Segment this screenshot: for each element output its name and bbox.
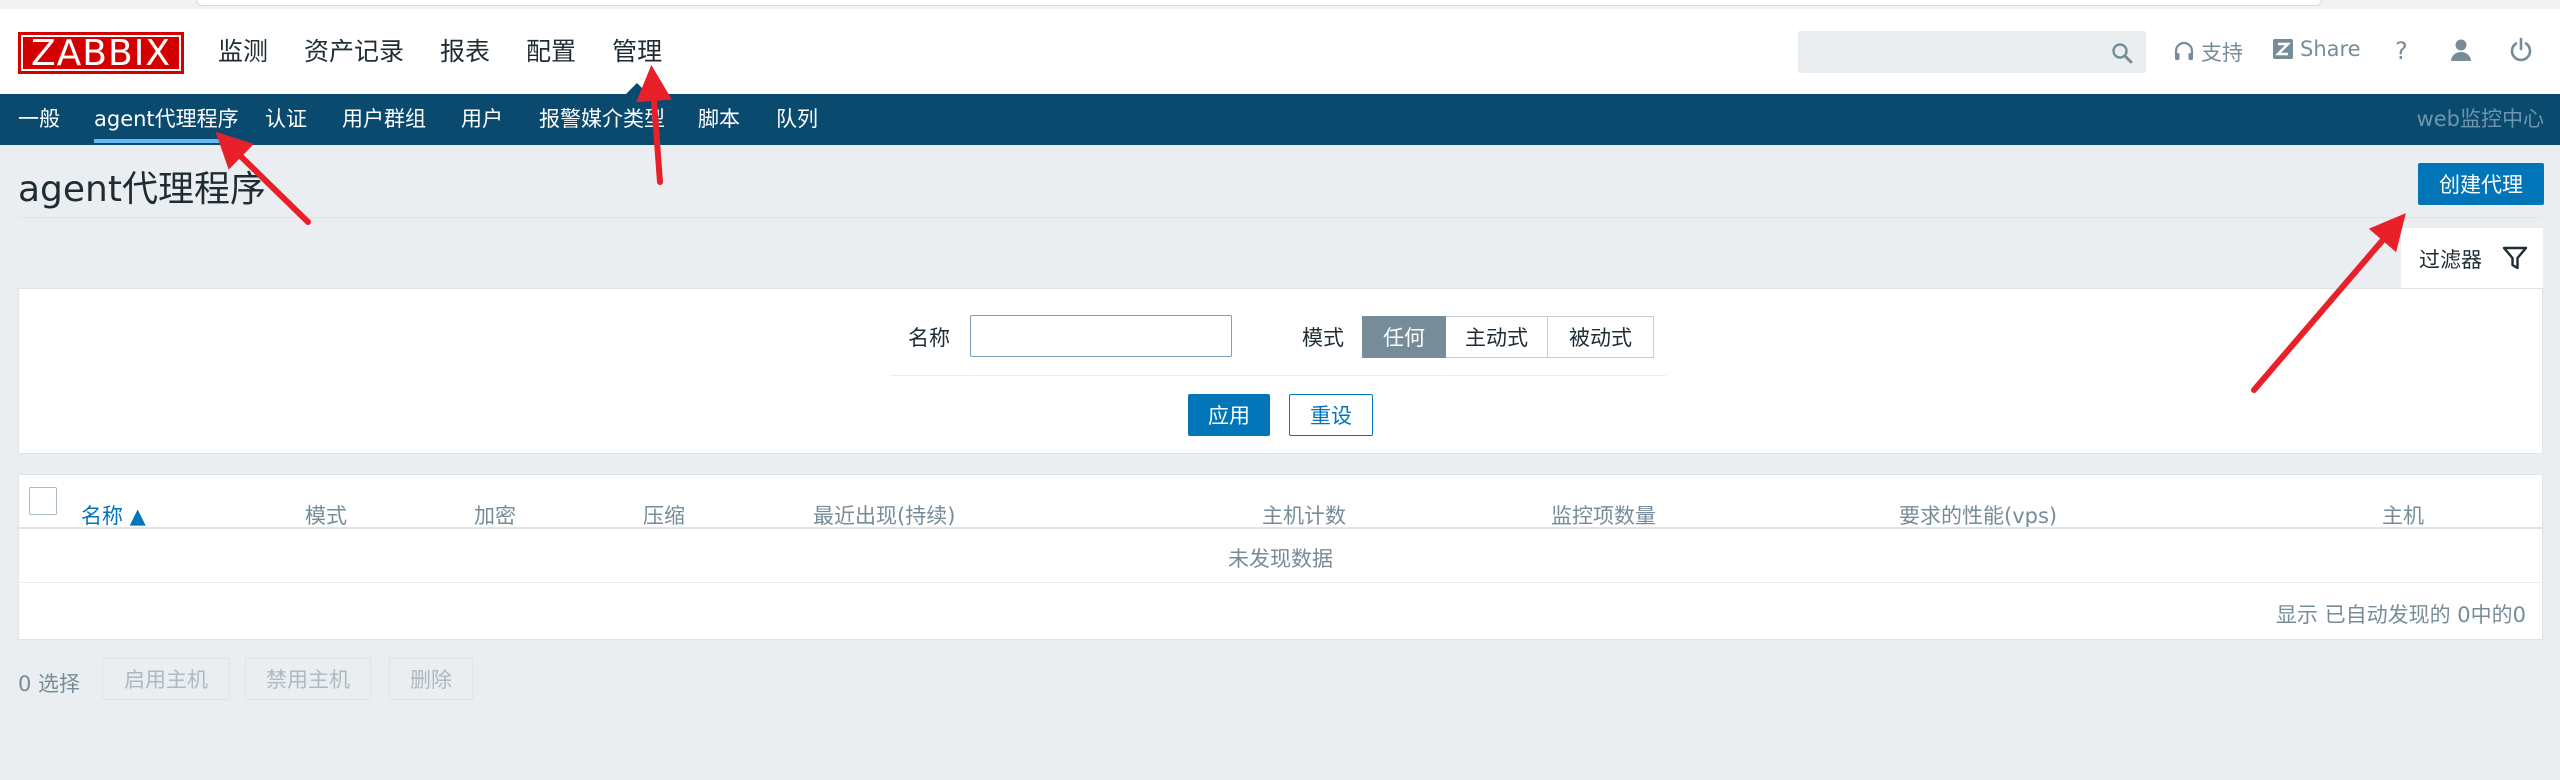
subnav-general[interactable]: 一般: [18, 94, 60, 145]
search-input[interactable]: [1798, 31, 2146, 73]
filter-divider: [890, 375, 1666, 376]
filter-panel: [18, 288, 2543, 454]
main-nav-inventory[interactable]: 资产记录: [286, 9, 422, 94]
column-header-last-seen[interactable]: 最近出现(持续): [813, 500, 955, 530]
support-link[interactable]: 支持: [2173, 37, 2243, 67]
subnav-authentication[interactable]: 认证: [265, 94, 307, 145]
column-header-required-performance: 要求的性能(vps): [1899, 504, 2058, 528]
column-header-hosts: 主机: [2382, 504, 2424, 528]
title-divider: [18, 217, 2542, 218]
page-title: agent代理程序: [18, 169, 266, 210]
row-divider: [19, 582, 2542, 583]
enable-hosts-button[interactable]: 启用主机: [102, 658, 230, 700]
browser-strip: [0, 0, 2560, 9]
help-button[interactable]: ?: [2395, 37, 2408, 65]
mode-option-any[interactable]: 任何: [1362, 316, 1446, 358]
column-header-host-count: 主机计数: [1262, 504, 1346, 528]
mode-option-active[interactable]: 主动式: [1446, 316, 1548, 358]
subnav-scripts[interactable]: 脚本: [698, 94, 740, 145]
mode-filter-label: 模式: [1302, 326, 1344, 350]
empty-table-message: 未发现数据: [1228, 547, 1333, 571]
subnav-agent-proxies[interactable]: agent代理程序: [94, 94, 239, 145]
sub-nav: 一般 agent代理程序 认证 用户群组 用户 报警媒介类型 脚本 队列 web…: [0, 94, 2560, 145]
reset-button[interactable]: 重设: [1289, 394, 1373, 436]
main-nav-administration[interactable]: 管理: [594, 9, 680, 94]
column-header-item-count: 监控项数量: [1551, 504, 1656, 528]
main-nav: 监测 资产记录 报表 配置 管理: [200, 9, 680, 94]
search-icon[interactable]: [2111, 42, 2133, 64]
selected-count: 0 选择: [18, 672, 81, 696]
zabbix-logo[interactable]: ZABBIX: [18, 32, 184, 74]
table-footer-count: 显示 已自动发现的 0中的0: [2275, 603, 2526, 627]
proxy-table: 名称 ▲ 模式 加密 压缩 最近出现(持续) 主机计数 监控项数量 要求的性能(…: [18, 474, 2543, 640]
column-header-mode[interactable]: 模式: [305, 500, 347, 530]
user-profile-icon[interactable]: [2448, 37, 2474, 63]
address-bar[interactable]: [196, 0, 2322, 6]
column-header-name[interactable]: 名称 ▲: [81, 500, 146, 530]
column-header-compression: 压缩: [643, 504, 685, 528]
top-header: ZABBIX 监测 资产记录 报表 配置 管理 支持 Share ?: [0, 9, 2560, 94]
mode-segmented-control: 任何 主动式 被动式: [1362, 316, 1654, 358]
name-filter-label: 名称: [908, 326, 950, 350]
mode-option-passive[interactable]: 被动式: [1548, 316, 1654, 358]
support-label: 支持: [2201, 41, 2243, 65]
subnav-media-types[interactable]: 报警媒介类型: [539, 94, 665, 145]
share-label: Share: [2300, 37, 2361, 61]
power-logout-icon[interactable]: [2508, 37, 2534, 63]
column-header-encryption: 加密: [474, 504, 516, 528]
filter-tab[interactable]: 过滤器: [2401, 228, 2543, 288]
subnav-users[interactable]: 用户: [461, 94, 503, 145]
filter-funnel-icon: [2502, 246, 2528, 270]
filter-tab-label: 过滤器: [2419, 248, 2482, 272]
main-nav-configuration[interactable]: 配置: [508, 9, 594, 94]
headset-icon: [2174, 41, 2194, 60]
create-proxy-button[interactable]: 创建代理: [2418, 163, 2544, 205]
select-all-checkbox[interactable]: [29, 487, 57, 515]
subnav-brand: web监控中心: [2416, 107, 2544, 131]
disable-hosts-button[interactable]: 禁用主机: [245, 658, 371, 700]
subnav-queue[interactable]: 队列: [776, 94, 818, 145]
name-filter-input[interactable]: [970, 315, 1232, 357]
main-nav-reports[interactable]: 报表: [422, 9, 508, 94]
share-link[interactable]: Share: [2272, 37, 2361, 61]
header-divider: [19, 527, 2542, 529]
delete-button[interactable]: 删除: [389, 658, 473, 700]
subnav-user-groups[interactable]: 用户群组: [342, 94, 426, 145]
share-z-icon: [2273, 39, 2293, 59]
main-nav-monitoring[interactable]: 监测: [200, 9, 286, 94]
apply-button[interactable]: 应用: [1188, 394, 1270, 436]
